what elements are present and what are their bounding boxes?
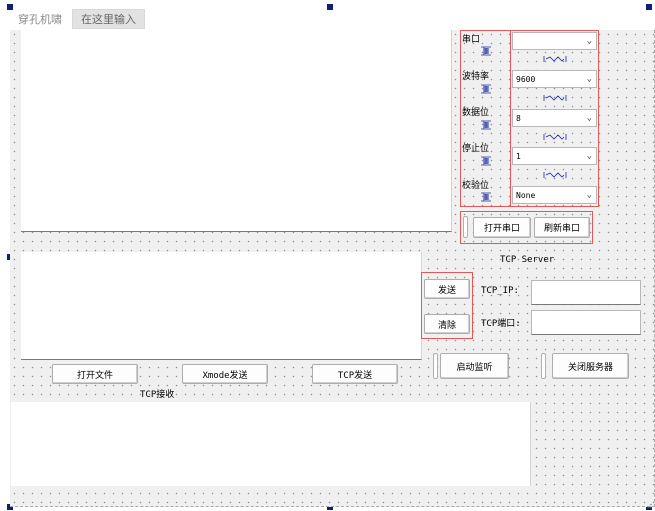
vertical-spacer-icon[interactable] <box>479 84 493 94</box>
baud-combo[interactable]: 9600 ⌄ <box>512 70 597 88</box>
stopbits-combo-value: 1 <box>516 151 521 161</box>
vertical-spacer-icon[interactable] <box>479 192 493 202</box>
selection-handle-top-left[interactable] <box>7 4 13 10</box>
vertical-spacer-icon[interactable] <box>479 156 493 166</box>
chevron-down-icon: ⌄ <box>586 74 592 84</box>
baud-label: 波特率 <box>462 72 490 82</box>
start-listening-button[interactable]: 启动监听 <box>440 353 509 379</box>
parity-combo[interactable]: None ⌄ <box>512 186 597 204</box>
chevron-down-icon: ⌄ <box>586 190 592 200</box>
vertical-spacer-icon[interactable] <box>479 120 493 130</box>
tcp-ip-input[interactable] <box>531 280 641 305</box>
close-server-button[interactable]: 关闭服务器 <box>552 353 629 379</box>
receive-text-area[interactable] <box>21 30 452 232</box>
menubar: 穿孔机啸 在这里输入 <box>18 9 145 29</box>
stopbits-label: 停止位 <box>462 144 490 154</box>
port-label: 串口 <box>462 35 481 45</box>
tcp-server-title: TCP Server <box>500 255 555 265</box>
layout-spacer-left <box>433 353 438 379</box>
xmode-send-button[interactable]: Xmode发送 <box>182 364 268 384</box>
vertical-spacer-icon[interactable] <box>479 46 493 56</box>
chevron-down-icon: ⌄ <box>586 151 592 161</box>
open-port-button[interactable]: 打开串口 <box>473 217 531 238</box>
menubar-type-here[interactable]: 在这里输入 <box>72 9 145 29</box>
horizontal-spacer-icon[interactable] <box>543 171 567 179</box>
clear-button[interactable]: 清除 <box>424 314 470 334</box>
tcp-port-label: TCP端口: <box>481 319 521 329</box>
databits-label: 数据位 <box>462 108 490 118</box>
menubar-title[interactable]: 穿孔机啸 <box>18 11 62 27</box>
port-combo[interactable]: ⌄ <box>512 32 597 50</box>
baud-combo-value: 9600 <box>516 74 536 84</box>
parity-label: 校验位 <box>462 181 490 191</box>
databits-combo[interactable]: 8 ⌄ <box>512 109 597 127</box>
tcp-send-button[interactable]: TCP发送 <box>312 364 398 384</box>
open-file-button[interactable]: 打开文件 <box>52 364 138 384</box>
databits-combo-value: 8 <box>516 113 521 123</box>
chevron-down-icon: ⌄ <box>586 36 592 46</box>
selection-handle-top-center[interactable] <box>327 4 333 10</box>
tcp-receive-label: TCP接收 <box>140 390 175 400</box>
tcp-receive-text-area[interactable] <box>11 402 531 486</box>
send-text-area[interactable] <box>21 252 422 360</box>
resize-grip-icon[interactable] <box>647 503 652 508</box>
horizontal-spacer-icon[interactable] <box>543 55 567 63</box>
tcp-port-input[interactable] <box>531 310 641 335</box>
stopbits-combo[interactable]: 1 ⌄ <box>512 147 597 165</box>
layout-spacer-left <box>463 216 468 238</box>
parity-combo-value: None <box>516 190 536 200</box>
chevron-down-icon: ⌄ <box>586 113 592 123</box>
layout-spacer-left <box>541 353 546 379</box>
selection-handle-top-right[interactable] <box>646 4 652 10</box>
tcp-ip-label: TCP_IP: <box>481 286 519 296</box>
horizontal-spacer-icon[interactable] <box>543 94 567 102</box>
send-button[interactable]: 发送 <box>424 279 470 299</box>
refresh-port-button[interactable]: 刷新串口 <box>534 217 590 238</box>
horizontal-spacer-icon[interactable] <box>543 133 567 141</box>
